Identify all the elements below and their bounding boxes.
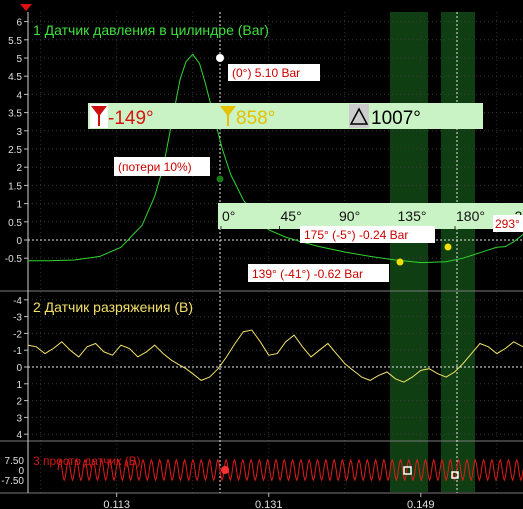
- y-tick-label: 0: [16, 236, 22, 247]
- panel1-y-axis: 6 5.5 5 4.5 4 3.5 3 2.5 2 1.5 1 0.5 0 -0.5: [5, 18, 28, 265]
- angle-tick-label: 90°: [339, 208, 360, 224]
- angle-tick-label: 135°: [398, 208, 427, 224]
- y-tick-label: 4.5: [8, 72, 22, 83]
- point-a-label: 175° (-5°) -0.24 Bar: [304, 228, 408, 242]
- trace3-marker-red[interactable]: [221, 466, 229, 474]
- y-tick-label: 0.5: [8, 218, 22, 229]
- y-tick-label: 2.5: [8, 145, 22, 156]
- y-tick-label: 2: [16, 163, 22, 174]
- cursor-mid-angle: 858°: [236, 108, 275, 129]
- y-tick-label: 0: [16, 363, 22, 374]
- panel3-y-axis: -7.5007.50: [1, 456, 24, 487]
- y-tick-label: 4: [16, 90, 22, 101]
- point-c-label: 293°: [495, 217, 520, 231]
- y-tick-label: 5: [16, 54, 22, 65]
- red-funnel-icon[interactable]: [90, 104, 108, 128]
- top-marker-icon[interactable]: [20, 4, 32, 11]
- y-tick-label: -4: [13, 296, 22, 307]
- y-tick-label: 3.5: [8, 109, 22, 120]
- point-b-label: 139° (-41°) -0.62 Bar: [252, 267, 363, 281]
- x-axis: 0.113 0.131 0.149: [103, 493, 435, 509]
- y-tick-label: 3: [16, 413, 22, 424]
- panel3-title: 3 просто датчик (B): [33, 454, 141, 468]
- panel2-y-axis: -4 -3 -2 -1 0 1 2 3 4: [13, 296, 28, 441]
- y-tick-label: 2: [16, 397, 22, 408]
- angle-tick-label: 180°: [456, 208, 485, 224]
- point-a-marker[interactable]: [444, 243, 452, 251]
- y-tick-label: 1.5: [8, 181, 22, 192]
- point-b-marker[interactable]: [396, 258, 404, 266]
- y-tick-label: 0: [18, 466, 24, 477]
- highlight-zone-2: [441, 12, 475, 492]
- oscilloscope: 6 5.5 5 4.5 4 3.5 3 2.5 2 1.5 1 0.5 0 -0.5 -4 -3 -2 -1 0 1…: [0, 4, 523, 509]
- y-tick-label: -1: [13, 346, 22, 357]
- x-tick-label: 0.113: [103, 499, 130, 509]
- panel2-title: 2 Датчик разряжения (B): [33, 299, 193, 315]
- y-tick-label: 5.5: [8, 36, 22, 47]
- cursor-left-angle: -149°: [108, 108, 154, 129]
- y-tick-label: 3: [16, 127, 22, 138]
- angle-tick-label: 45°: [281, 208, 302, 224]
- peak-marker[interactable]: [216, 54, 224, 62]
- x-tick-label: 0.149: [407, 499, 435, 509]
- y-tick-label: -7.50: [1, 476, 24, 487]
- y-tick-label: 4: [16, 430, 22, 441]
- y-tick-label: -2: [13, 329, 22, 340]
- losses-marker[interactable]: [216, 175, 224, 183]
- delta-icon[interactable]: [349, 104, 369, 128]
- y-tick-label: 1: [16, 200, 22, 211]
- panel1-title: 1 Датчик давления в цилиндре (Bar): [33, 22, 269, 38]
- y-tick-label: 6: [16, 18, 22, 29]
- angle-tick-label: 0°: [222, 208, 235, 224]
- cursor-delta-angle: 1007°: [371, 108, 421, 129]
- y-tick-label: -3: [13, 313, 22, 324]
- peak-label: (0°) 5.10 Bar: [232, 66, 300, 80]
- losses-label: (потери 10%): [118, 160, 192, 174]
- y-tick-label: 1: [16, 380, 22, 391]
- y-tick-label: 7.50: [5, 456, 25, 467]
- highlight-zone-1: [390, 12, 428, 492]
- y-tick-label: -0.5: [5, 254, 23, 265]
- x-tick-label: 0.131: [255, 499, 283, 509]
